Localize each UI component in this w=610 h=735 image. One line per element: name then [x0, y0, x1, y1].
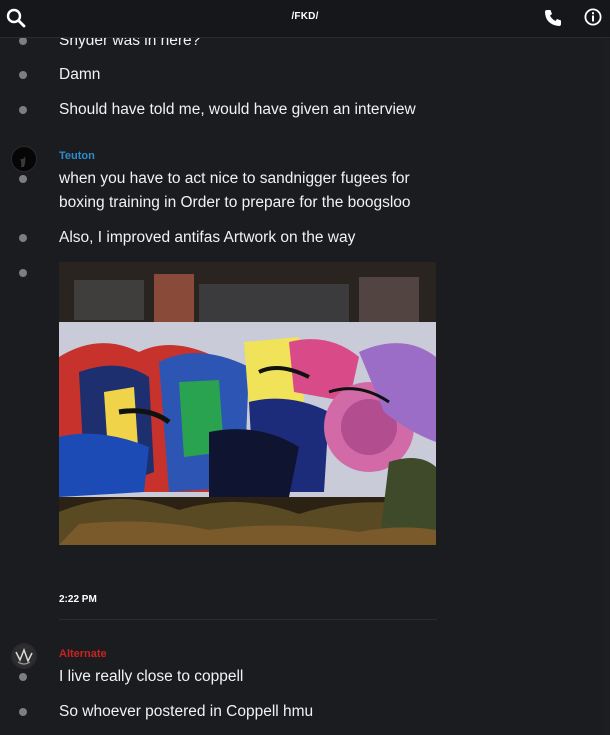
message-bullet [19, 175, 27, 183]
author-name[interactable]: Alternate [59, 648, 107, 660]
message-bullet [19, 106, 27, 114]
message-bullet [19, 71, 27, 79]
message-text: I live really close to coppell [59, 668, 244, 685]
message-image[interactable] [59, 262, 436, 545]
message-text: So whoever postered in Coppell hmu [59, 703, 314, 720]
message-bullet [19, 37, 27, 45]
message-text: Should have told me, would have given an… [59, 101, 416, 118]
avatar-image [12, 147, 36, 171]
message-bullet [19, 269, 27, 277]
chat-header: /FKD/ [0, 0, 610, 38]
info-icon[interactable] [584, 8, 602, 26]
message-text: Also, I improved antifas Artwork on the … [59, 229, 356, 246]
message-timestamp: 2:22 PM [59, 594, 97, 605]
avatar[interactable] [11, 146, 37, 172]
message-text: boxing training in Order to prepare for … [59, 194, 411, 211]
message-bullet [19, 673, 27, 681]
phone-icon[interactable] [543, 8, 563, 28]
message-bullet [19, 708, 27, 716]
avatar[interactable] [11, 643, 37, 669]
chat-title: /FKD/ [291, 11, 319, 22]
divider [59, 619, 437, 620]
avatar-image [12, 644, 36, 668]
message-text: Damn [59, 66, 101, 83]
message-text: when you have to act nice to sandnigger … [59, 170, 410, 187]
message-bullet [19, 234, 27, 242]
message-list: Snyder was in here? Damn Should have tol… [0, 0, 610, 735]
scrollbar[interactable] [604, 38, 609, 735]
graffiti-image [59, 262, 436, 545]
author-name[interactable]: Teuton [59, 150, 95, 162]
